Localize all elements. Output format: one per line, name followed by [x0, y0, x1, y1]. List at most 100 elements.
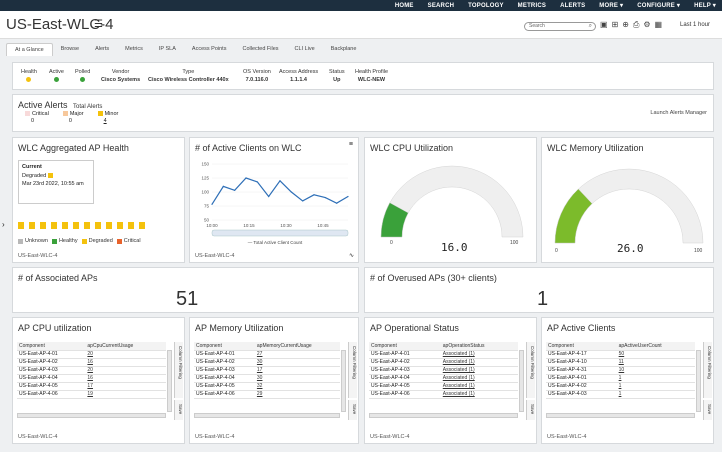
- nav-more[interactable]: MORE ▾: [599, 2, 623, 9]
- tab-metrics[interactable]: Metrics: [117, 43, 151, 56]
- table-row[interactable]: US-East-AP-4-02 16: [17, 358, 166, 367]
- table-row[interactable]: US-East-AP-4-04 30: [194, 374, 340, 383]
- table-row[interactable]: US-East-AP-4-03 1: [546, 390, 695, 399]
- table-row[interactable]: US-East-AP-4-17 50: [546, 350, 695, 359]
- health-bar[interactable]: [73, 222, 79, 229]
- health-bar[interactable]: [18, 222, 24, 229]
- expand-left-icon[interactable]: ›: [2, 220, 5, 229]
- hierarchy-icon[interactable]: ⊕: [622, 20, 629, 30]
- table-row[interactable]: US-East-AP-4-06 29: [194, 390, 340, 399]
- ap-health-panel: WLC Aggregated AP Health Current Degrade…: [12, 137, 185, 263]
- nav-topology[interactable]: TOPOLOGY: [468, 3, 504, 9]
- tab-backplane[interactable]: Backplane: [323, 43, 365, 56]
- table-row[interactable]: US-East-AP-4-01 Associated (1): [369, 350, 518, 359]
- info-health-profile: Health Profile WLC-NEW: [355, 69, 389, 83]
- calendar-icon[interactable]: ▦: [655, 20, 663, 30]
- vertical-scrollbar[interactable]: [696, 350, 701, 412]
- table-row[interactable]: US-East-AP-4-05 17: [17, 382, 166, 391]
- vertical-scrollbar[interactable]: [519, 350, 524, 412]
- vertical-scrollbar[interactable]: [341, 350, 346, 412]
- column-filtering-button[interactable]: Column Filtering: [348, 342, 357, 398]
- table-row[interactable]: US-East-AP-4-06 19: [17, 390, 166, 399]
- nav-configure[interactable]: CONFIGURE ▾: [637, 2, 680, 9]
- table-row[interactable]: US-East-AP-4-01 1: [546, 374, 695, 383]
- column-filtering-button[interactable]: Column Filtering: [703, 342, 712, 398]
- health-bar[interactable]: [51, 222, 57, 229]
- save-button[interactable]: Save: [348, 400, 357, 420]
- nav-alerts[interactable]: ALERTS: [560, 3, 585, 9]
- chart-type-icon[interactable]: ∿: [349, 252, 354, 259]
- print-icon[interactable]: ⎙: [633, 20, 639, 30]
- health-bar[interactable]: [84, 222, 90, 229]
- health-status-icon: [26, 77, 32, 82]
- menu-icon[interactable]: ≡: [349, 141, 353, 148]
- save-button[interactable]: Save: [703, 400, 712, 420]
- table-header-row: Component apActiveUserCount: [546, 342, 695, 351]
- info-os-version: OS Version 7.0.116.0: [243, 69, 271, 83]
- y-tick-label: 150: [201, 162, 209, 167]
- table-row[interactable]: US-East-AP-4-03 20: [17, 366, 166, 375]
- table-row[interactable]: US-East-AP-4-04 Associated (1): [369, 374, 518, 383]
- tab-alerts[interactable]: Alerts: [87, 43, 117, 56]
- alert-critical[interactable]: Critical 0: [25, 111, 49, 124]
- health-bar[interactable]: [95, 222, 101, 229]
- table-row[interactable]: US-East-AP-4-03 17: [194, 366, 340, 375]
- time-range[interactable]: Last 1 hour: [680, 22, 710, 28]
- table-row[interactable]: US-East-AP-4-03 Associated (1): [369, 366, 518, 375]
- tab-browse[interactable]: Browse: [53, 43, 87, 56]
- vertical-scrollbar[interactable]: [167, 350, 172, 412]
- table-row[interactable]: US-East-AP-4-02 Associated (1): [369, 358, 518, 367]
- horizontal-scrollbar[interactable]: [546, 413, 695, 418]
- data-point: [211, 203, 213, 205]
- tab-access-points[interactable]: Access Points: [184, 43, 235, 56]
- horizontal-scrollbar[interactable]: [369, 413, 518, 418]
- health-bar[interactable]: [139, 222, 145, 229]
- tab-collected-files[interactable]: Collected Files: [234, 43, 286, 56]
- table-row[interactable]: US-East-AP-4-01 27: [194, 350, 340, 359]
- nav-home[interactable]: HOME: [395, 3, 414, 9]
- active-alerts-panel: Active Alerts Total Alerts Critical 0 Maj…: [12, 94, 714, 132]
- tab-ip-sla[interactable]: IP SLA: [151, 43, 184, 56]
- health-bar[interactable]: [117, 222, 123, 229]
- nav-help[interactable]: HELP ▾: [694, 2, 716, 9]
- gear-icon[interactable]: ⚙: [643, 20, 650, 30]
- alert-major[interactable]: Major 0: [62, 111, 84, 124]
- column-filtering-button[interactable]: Column Filtering: [174, 342, 183, 398]
- ap_clients-title: AP Active Clients: [547, 323, 616, 333]
- health-bar[interactable]: [106, 222, 112, 229]
- table-row[interactable]: US-East-AP-4-31 10: [546, 366, 695, 375]
- table-header-row: Component apOperationStatus: [369, 342, 518, 351]
- topology-icon[interactable]: ⊞: [612, 20, 619, 30]
- table-row[interactable]: US-East-AP-4-02 1: [546, 382, 695, 391]
- alert-minor[interactable]: Minor 4: [97, 111, 118, 124]
- table-row[interactable]: US-East-AP-4-10 11: [546, 358, 695, 367]
- tab-cli-live[interactable]: CLI Live: [287, 43, 323, 56]
- memory-value: 26.0: [617, 242, 644, 255]
- column-filtering-button[interactable]: Column Filtering: [526, 342, 535, 398]
- table-row[interactable]: US-East-AP-4-05 32: [194, 382, 340, 391]
- table-row[interactable]: US-East-AP-4-05 Associated (1): [369, 382, 518, 391]
- tab-at-a-glance[interactable]: At a Glance: [6, 43, 53, 56]
- horizontal-scrollbar[interactable]: [17, 413, 166, 418]
- table-row[interactable]: US-East-AP-4-02 30: [194, 358, 340, 367]
- x-tick-label: 10:30: [280, 223, 292, 228]
- horizontal-scrollbar[interactable]: [194, 413, 340, 418]
- data-point: [234, 189, 236, 191]
- info-active: Active: [49, 69, 64, 84]
- health-bar[interactable]: [29, 222, 35, 229]
- health-bar[interactable]: [128, 222, 134, 229]
- ap_clients-table: Component apActiveUserCount US-East-AP-4-1…: [546, 342, 695, 399]
- launch-alerts-manager-link[interactable]: Launch Alerts Manager: [650, 110, 707, 116]
- nav-metrics[interactable]: METRICS: [518, 3, 546, 9]
- save-button[interactable]: Save: [526, 400, 535, 420]
- table-row[interactable]: US-East-AP-4-06 Associated (1): [369, 390, 518, 399]
- save-button[interactable]: Save: [174, 400, 183, 420]
- health-bar[interactable]: [62, 222, 68, 229]
- health-bar[interactable]: [40, 222, 46, 229]
- image-icon[interactable]: ▣: [600, 20, 608, 30]
- table-row[interactable]: US-East-AP-4-04 16: [17, 374, 166, 383]
- table-row[interactable]: US-East-AP-4-01 20: [17, 350, 166, 359]
- search-input[interactable]: Search ⌕: [524, 22, 596, 31]
- menu-icon[interactable]: ☰: [94, 19, 103, 30]
- nav-search[interactable]: SEARCH: [428, 3, 455, 9]
